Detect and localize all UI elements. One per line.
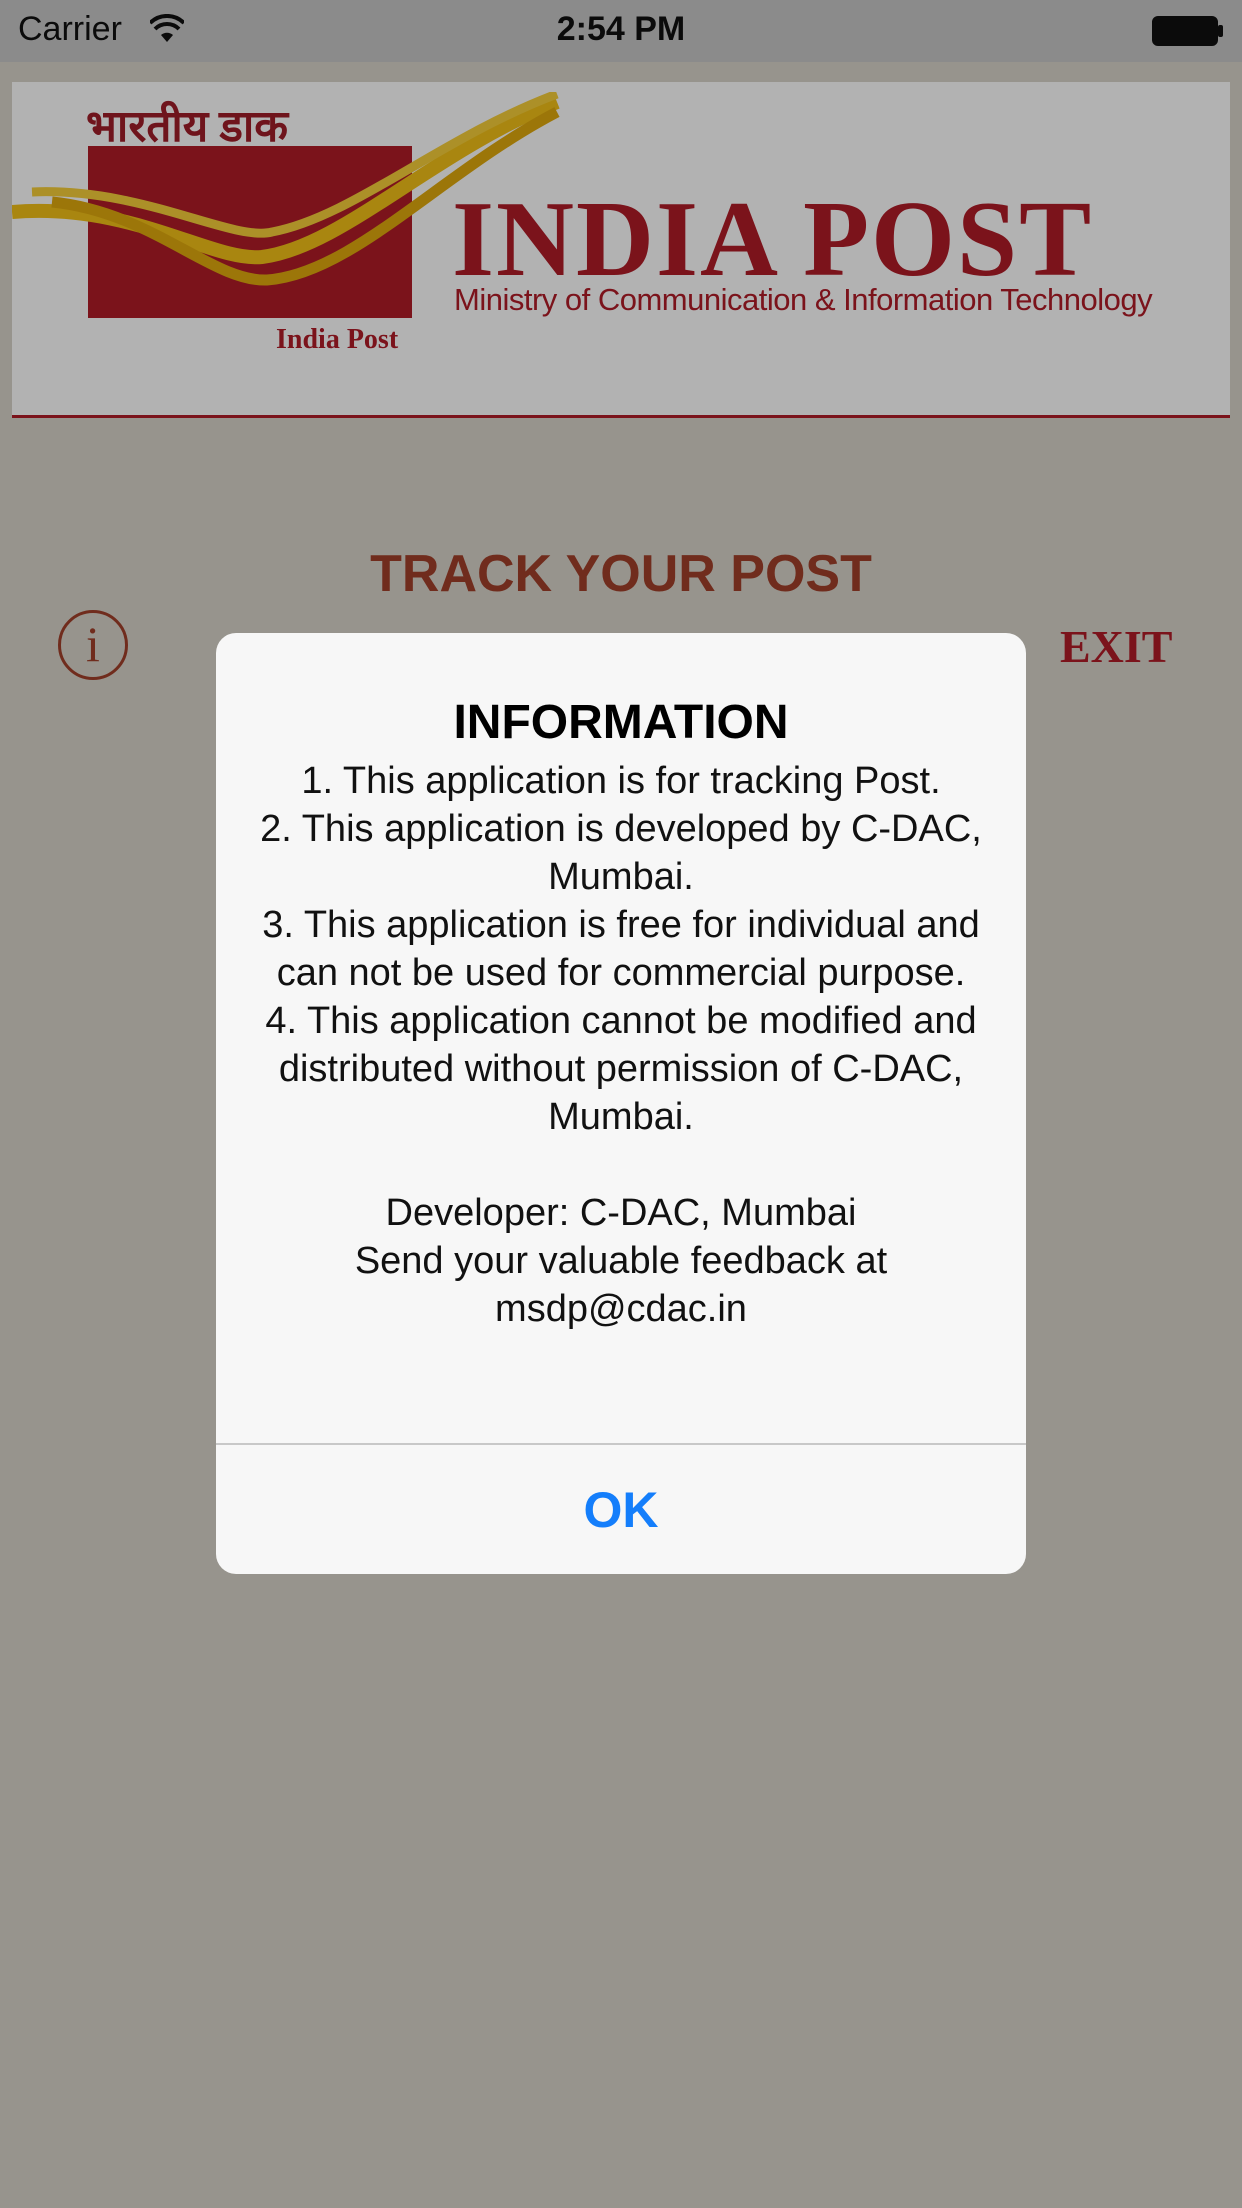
alert-feedback: Send your valuable feedback at [354, 1240, 888, 1282]
ok-button[interactable]: OK [216, 1445, 1026, 1574]
alert-line-4: 4. This application cannot be modified a… [265, 1000, 977, 1138]
alert-title: INFORMATION [453, 696, 789, 749]
alert-line-1: 1. This application is for tracking Post… [301, 760, 941, 802]
alert-spacer [256, 1141, 986, 1189]
alert-line-2: 2. This application is developed by C-DA… [260, 808, 982, 898]
information-alert: INFORMATION 1. This application is for t… [216, 633, 1026, 1574]
alert-line-3: 3. This application is free for individu… [262, 904, 980, 994]
alert-email: msdp@cdac.in [495, 1288, 747, 1330]
alert-message: 1. This application is for tracking Post… [256, 757, 986, 1333]
alert-developer: Developer: C-DAC, Mumbai [385, 1192, 857, 1234]
